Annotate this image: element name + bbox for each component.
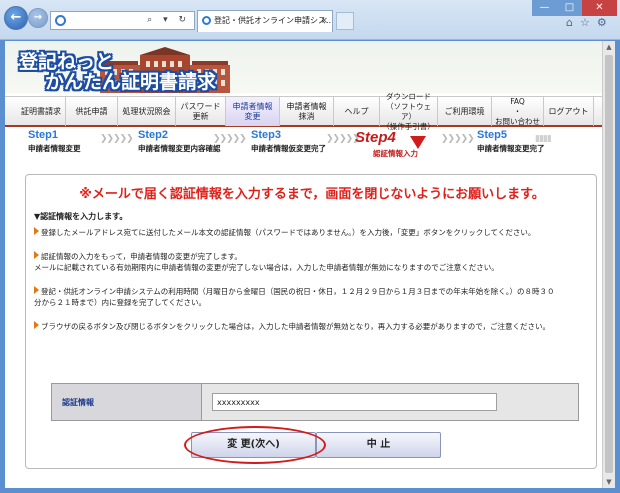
step-4-current: Step4 認証情報入力 bbox=[355, 129, 418, 159]
highlight-circle bbox=[184, 426, 326, 464]
step-label: 申請者情報変更 bbox=[28, 144, 81, 153]
step-chevron: ❯❯❯❯❯ bbox=[441, 134, 475, 144]
step-chevron: ❯❯❯❯❯ bbox=[100, 134, 134, 144]
menu-item-deposit[interactable]: 供託申請 bbox=[66, 97, 118, 126]
auth-info-input[interactable] bbox=[212, 393, 497, 411]
back-button[interactable]: ← bbox=[4, 6, 28, 30]
instruction-item: ブラウザの戻るボタン及び閉じるボタンをクリックした場合は，入力した申請者情報が無… bbox=[34, 321, 594, 332]
menu-item-logout[interactable]: ログアウト bbox=[544, 97, 594, 126]
bullet-triangle-icon bbox=[34, 251, 39, 259]
scroll-thumb[interactable] bbox=[605, 55, 613, 473]
auth-info-label: 認証情報 bbox=[52, 384, 202, 420]
step-chevron: ❯❯❯❯❯ bbox=[326, 134, 360, 144]
menu-item-password[interactable]: パスワード 更新 bbox=[176, 97, 226, 126]
page-content: 登記ねっと かんたん証明書請求 証明書請求 供託申請 処理状況照会 パスワード … bbox=[5, 41, 602, 488]
auth-form-row: 認証情報 bbox=[51, 383, 579, 421]
address-bar[interactable]: ⌕ ▾ ↻ bbox=[50, 11, 195, 30]
tab-close-icon[interactable]: × bbox=[320, 11, 328, 31]
auth-input-panel: ※メールで届く認証情報を入力するまで，画面を閉じないようにお願いします。 ▼認証… bbox=[25, 174, 597, 469]
step-number: Step1 bbox=[28, 129, 58, 141]
maximize-button[interactable]: □ bbox=[557, 0, 582, 16]
menu-item-certificate[interactable]: 証明書請求 bbox=[17, 97, 66, 126]
current-step-arrow-icon bbox=[410, 136, 426, 149]
bullet-triangle-icon bbox=[34, 227, 39, 235]
step-label: 認証情報入力 bbox=[373, 149, 418, 158]
instruction-item: 登録したメールアドレス宛てに送付したメール本文の認証情報（パスワードではありませ… bbox=[34, 227, 594, 238]
tab-title: 登記・供託オンライン申請シス... bbox=[214, 16, 333, 25]
main-menu: 証明書請求 供託申請 処理状況照会 パスワード 更新 申請者情報 変更 申請者情… bbox=[5, 92, 602, 131]
warning-message: ※メールで届く認証情報を入力するまで，画面を閉じないようにお願いします。 bbox=[79, 187, 545, 202]
step-chevron: ▮▮▮▮ bbox=[535, 134, 552, 144]
instruction-item: 登記・供託オンライン申請システムの利用時間（月曜日から金曜日（国民の祝日・休日，… bbox=[34, 286, 555, 307]
step-label: 申請者情報仮変更完了 bbox=[251, 144, 326, 153]
menu-item-download[interactable]: ダウンロード （ソフトウェア） （操作手引書） bbox=[380, 92, 438, 131]
step-1: Step1 申請者情報変更 bbox=[28, 129, 81, 154]
step-number: Step2 bbox=[138, 129, 168, 141]
forward-button[interactable]: → bbox=[28, 8, 48, 28]
instruction-item: 認証情報の入力をもって，申請者情報の変更が完了します。 メールに記載されている有… bbox=[34, 251, 499, 272]
scroll-up-icon[interactable]: ▲ bbox=[603, 41, 615, 53]
bullet-triangle-icon bbox=[34, 286, 39, 294]
menu-item-environment[interactable]: ご利用環境 bbox=[438, 97, 492, 126]
step-label: 申請者情報変更内容確認 bbox=[138, 144, 221, 153]
browser-tab[interactable]: 登記・供託オンライン申請シス... × bbox=[197, 10, 333, 32]
bullet-triangle-icon bbox=[34, 321, 39, 329]
step-number: Step3 bbox=[251, 129, 281, 141]
step-indicator: Step1 申請者情報変更 ❯❯❯❯❯ Step2 申請者情報変更内容確認 ❯❯… bbox=[5, 129, 602, 165]
step-3: Step3 申請者情報仮変更完了 bbox=[251, 129, 326, 154]
cancel-button[interactable]: 中 止 bbox=[316, 432, 441, 458]
browser-chrome: ← → ⌕ ▾ ↻ 登記・供託オンライン申請シス... × — □ ✕ ⌂☆⚙ bbox=[0, 0, 620, 40]
step-label: 申請者情報変更完了 bbox=[477, 144, 545, 153]
ie-icon bbox=[202, 16, 211, 25]
menu-item-help[interactable]: ヘルプ bbox=[334, 97, 380, 126]
logo-line2: かんたん証明書請求 bbox=[45, 71, 217, 93]
menu-item-change-info[interactable]: 申請者情報 変更 bbox=[226, 97, 280, 126]
step-2: Step2 申請者情報変更内容確認 bbox=[138, 129, 221, 154]
step-chevron: ❯❯❯❯❯ bbox=[213, 134, 247, 144]
address-tools[interactable]: ⌕ ▾ ↻ bbox=[147, 15, 190, 25]
menu-item-faq[interactable]: FAQ ・ お問い合わせ bbox=[492, 97, 544, 126]
new-tab-button[interactable] bbox=[336, 12, 354, 30]
ie-icon bbox=[55, 15, 66, 26]
step-number: Step4 bbox=[355, 129, 396, 146]
minimize-button[interactable]: — bbox=[532, 0, 557, 16]
site-banner: 登記ねっと かんたん証明書請求 bbox=[5, 41, 602, 93]
scroll-down-icon[interactable]: ▼ bbox=[603, 476, 615, 488]
menu-item-status[interactable]: 処理状況照会 bbox=[118, 97, 176, 126]
vertical-scrollbar[interactable]: ▲ ▼ bbox=[602, 41, 615, 488]
section-title: ▼認証情報を入力します。 bbox=[34, 212, 128, 221]
toolbar-icons[interactable]: ⌂☆⚙ bbox=[566, 16, 614, 29]
close-button[interactable]: ✕ bbox=[582, 0, 617, 16]
menu-item-delete-info[interactable]: 申請者情報 抹消 bbox=[280, 97, 334, 126]
